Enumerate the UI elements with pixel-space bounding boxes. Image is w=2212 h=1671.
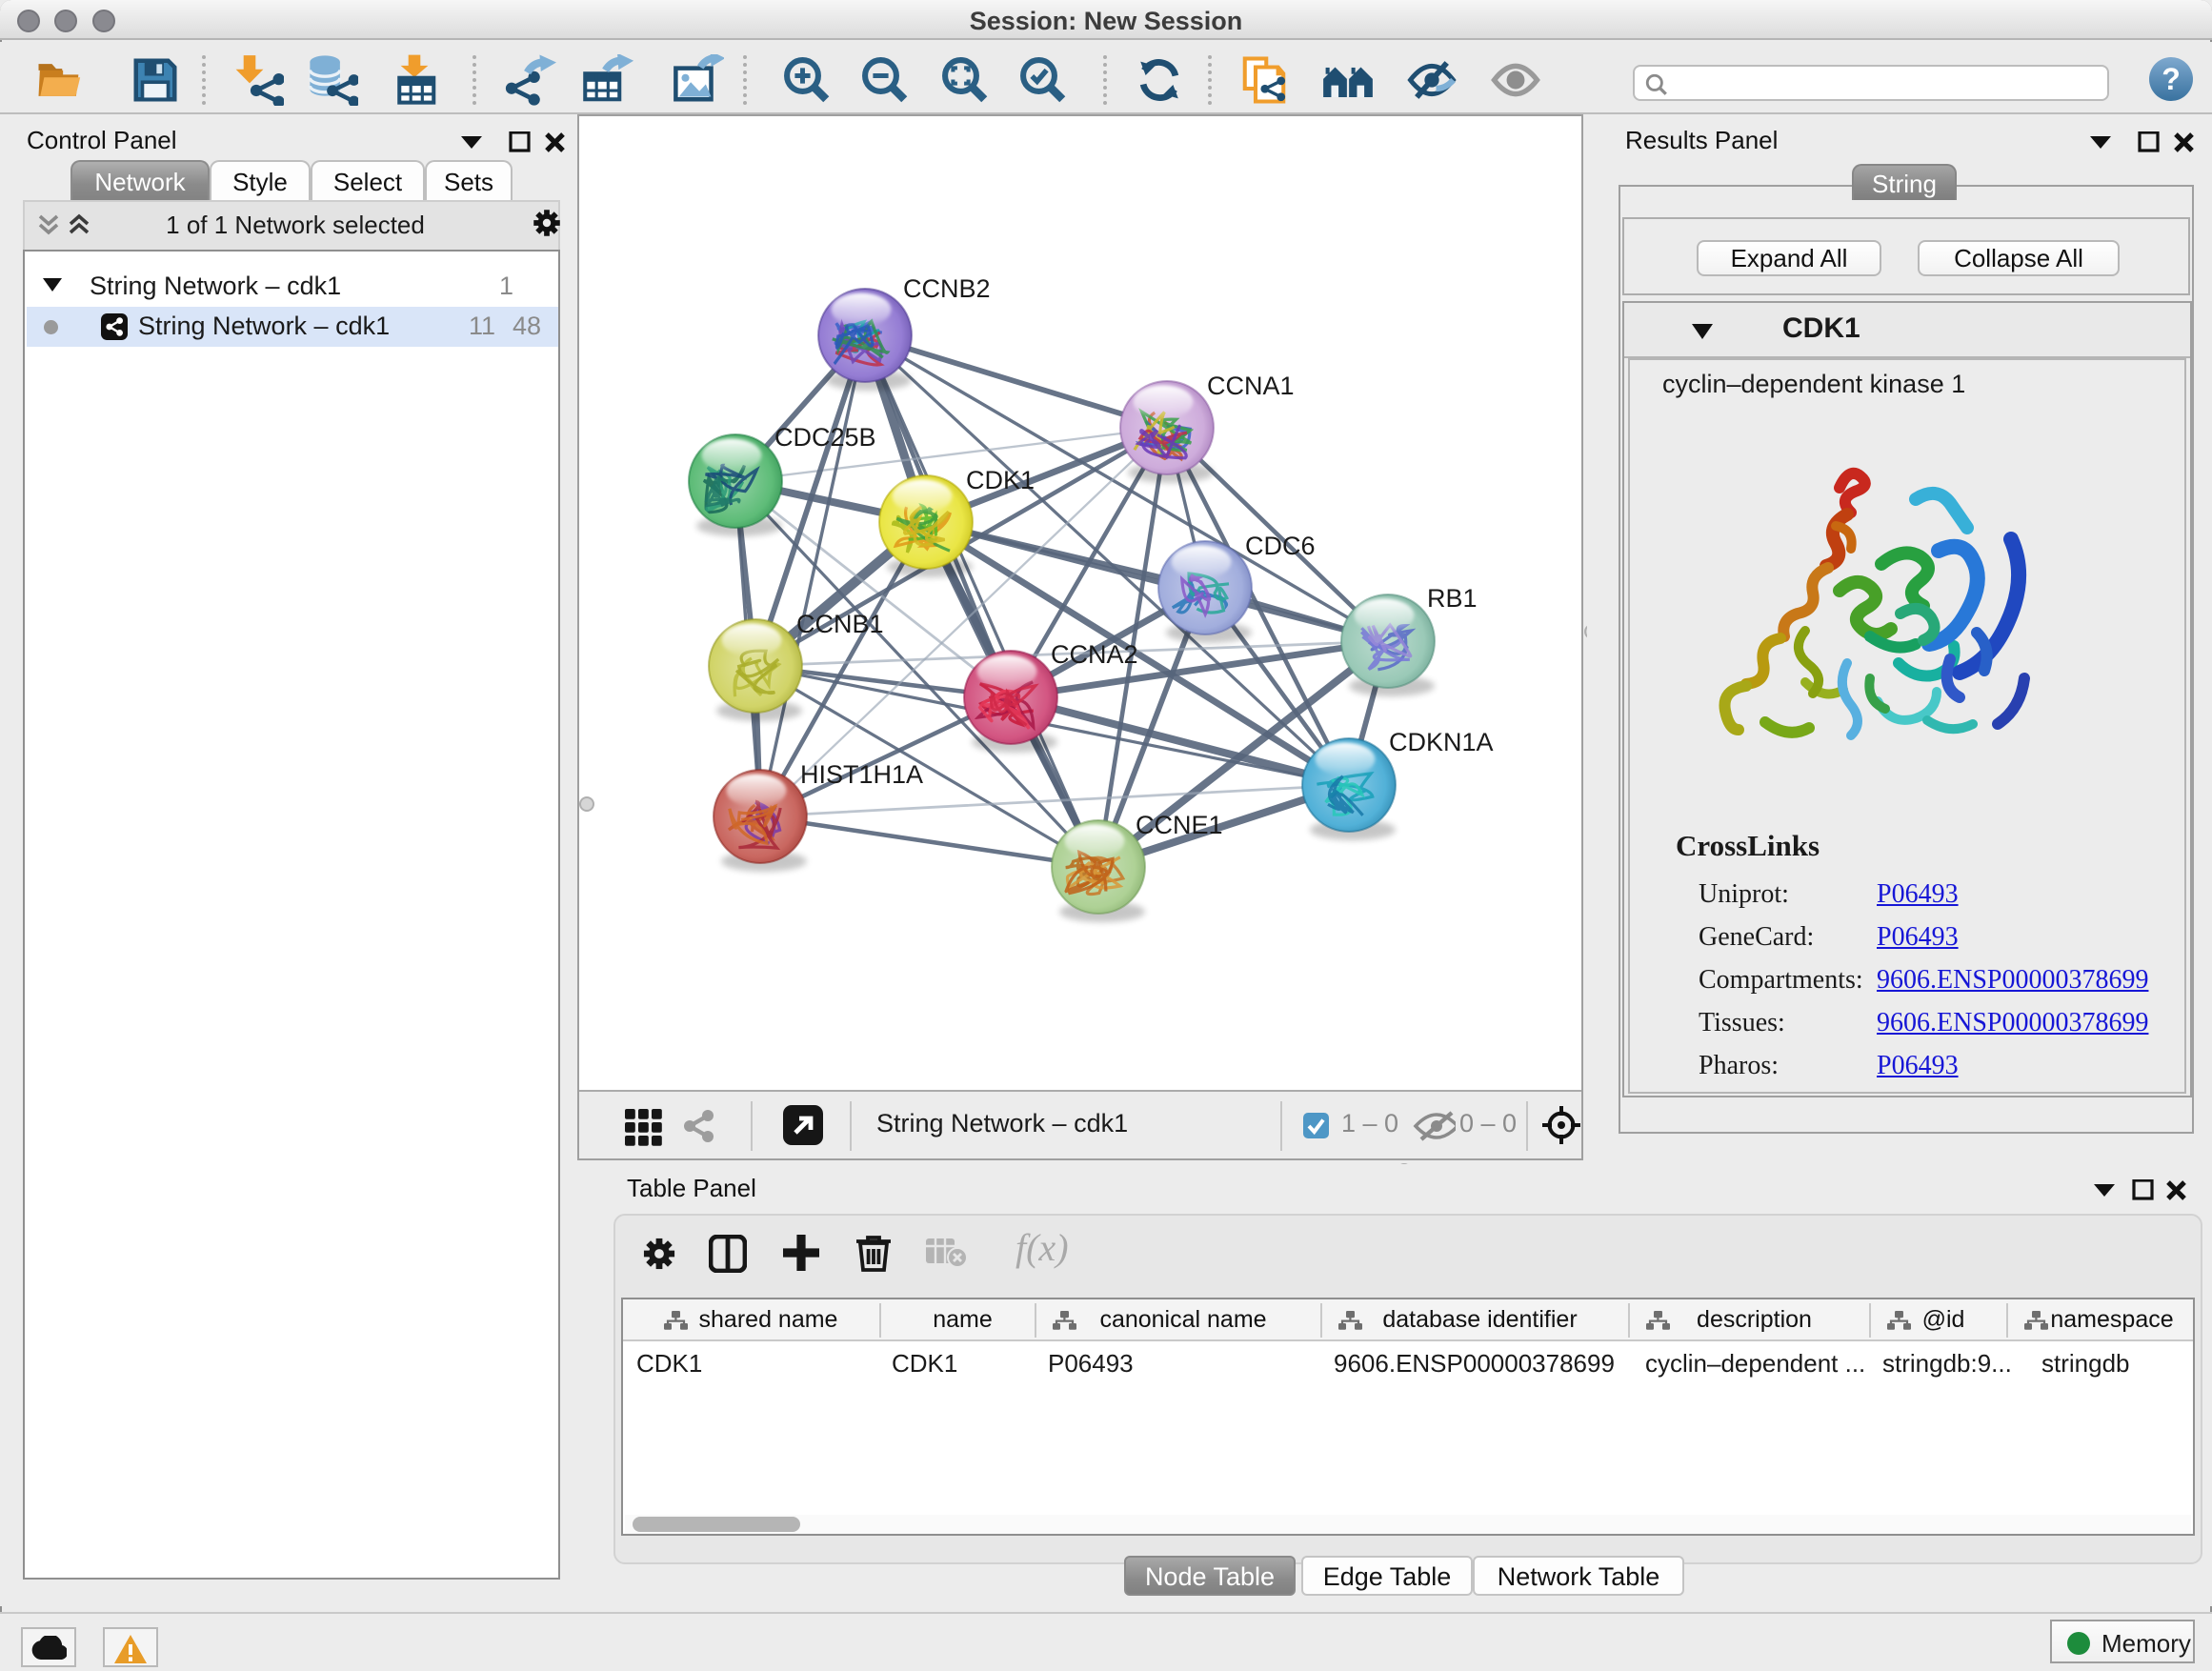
svg-text:CDC6: CDC6 xyxy=(1245,532,1316,560)
svg-text:CDC25B: CDC25B xyxy=(774,423,876,452)
svg-text:CCNA1: CCNA1 xyxy=(1207,372,1295,400)
svg-text:RB1: RB1 xyxy=(1427,584,1478,613)
svg-text:CDKN1A: CDKN1A xyxy=(1389,728,1494,756)
svg-text:?: ? xyxy=(2162,62,2181,96)
svg-text:CCNE1: CCNE1 xyxy=(1136,811,1223,839)
svg-text:CCNA2: CCNA2 xyxy=(1051,640,1138,669)
svg-text:CCNB1: CCNB1 xyxy=(796,610,884,638)
svg-text:HIST1H1A: HIST1H1A xyxy=(800,760,923,789)
svg-text:CCNB2: CCNB2 xyxy=(903,274,991,303)
svg-text:CDK1: CDK1 xyxy=(966,466,1035,494)
